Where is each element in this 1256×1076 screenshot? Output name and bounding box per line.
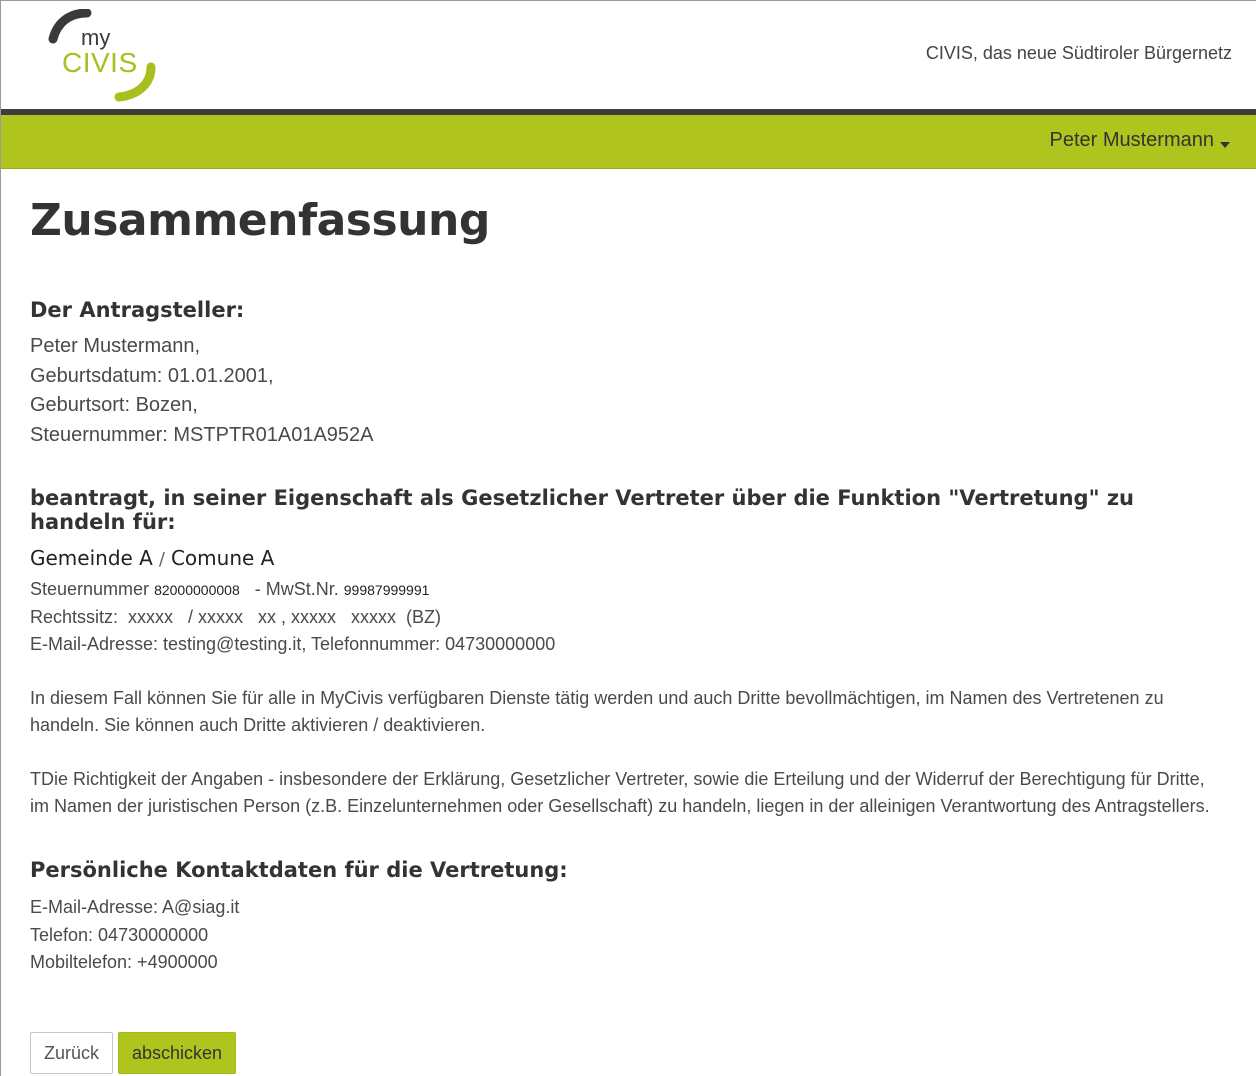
applicant-tax-number: Steuernummer: MSTPTR01A01A952A [30,423,374,446]
applicant-heading: Der Antragsteller: [30,298,245,322]
entity-name-it: Comune A [170,546,275,570]
site-tagline: CIVIS, das neue Südtiroler Bürgernetz [925,43,1232,63]
applicant-birthplace: Geburtsort: Bozen, [30,394,198,416]
entity-vat-value: 99987999991 [343,582,430,598]
entity-details: Steuernummer 82000000008 - MwSt.Nr. 9998… [30,576,1228,658]
contact-email: E-Mail-Adresse: A@siag.it [30,897,240,917]
entity-tax-line: Steuernummer 82000000008 - MwSt.Nr. 9998… [30,576,1228,604]
info-paragraph-permissions: In diesem Fall können Sie für alle in My… [30,688,1164,735]
applicant-section: Der Antragsteller: Peter Mustermann, Geb… [30,298,1228,450]
back-button[interactable]: Zurück [30,1032,114,1074]
mycivis-logo[interactable]: my CIVIS [47,9,167,105]
user-menu-dropdown[interactable]: Peter Mustermann [1049,129,1230,152]
applicant-name: Peter Mustermann, [30,335,201,357]
contact-mobile: Mobiltelefon: +4900000 [30,952,218,972]
contact-phone: Telefon: 04730000000 [30,924,209,945]
main-content: Zusammenfassung Der Antragsteller: Peter… [1,195,1256,977]
user-bar: Peter Mustermann [1,115,1256,169]
personal-contact-heading: Persönliche Kontaktdaten für die Vertret… [30,858,568,882]
user-name: Peter Mustermann [1049,129,1214,151]
page: my CIVIS CIVIS, das neue Südtiroler Bürg… [0,0,1256,1076]
entity-vat-label: - MwSt.Nr. [254,579,339,599]
applicant-details: Peter Mustermann, Geburtsdatum: 01.01.20… [30,332,1228,450]
entity-seat: Rechtssitz: xxxxx / xxxxx xx , xxxxx xxx… [30,607,442,627]
top-header: my CIVIS CIVIS, das neue Südtiroler Bürg… [1,1,1256,109]
entity-tax-label: Steuernummer [30,579,150,599]
submit-button[interactable]: abschicken [118,1032,237,1074]
request-heading: beantragt, in seiner Eigenschaft als Ges… [30,486,1135,534]
form-actions: Zurück abschicken [30,1032,237,1074]
page-title: Zusammenfassung [30,195,490,246]
entity-name: Gemeinde A / Comune A [30,546,1228,570]
personal-contact-details: E-Mail-Adresse: A@siag.it Telefon: 04730… [30,894,1228,977]
caret-down-icon [1220,141,1230,148]
entity-name-separator: / [158,549,165,570]
info-paragraph-responsibility: TDie Richtigkeit der Angaben - insbesond… [30,769,1210,816]
entity-name-de: Gemeinde A [30,546,153,570]
entity-tax-value: 82000000008 [154,582,240,598]
entity-contact: E-Mail-Adresse: testing@testing.it, Tele… [30,634,556,654]
personal-contact-section: Persönliche Kontaktdaten für die Vertret… [30,858,1228,977]
request-section: beantragt, in seiner Eigenschaft als Ges… [30,486,1228,658]
logo-text-civis: CIVIS [62,47,138,78]
applicant-birthdate: Geburtsdatum: 01.01.2001, [30,364,274,387]
